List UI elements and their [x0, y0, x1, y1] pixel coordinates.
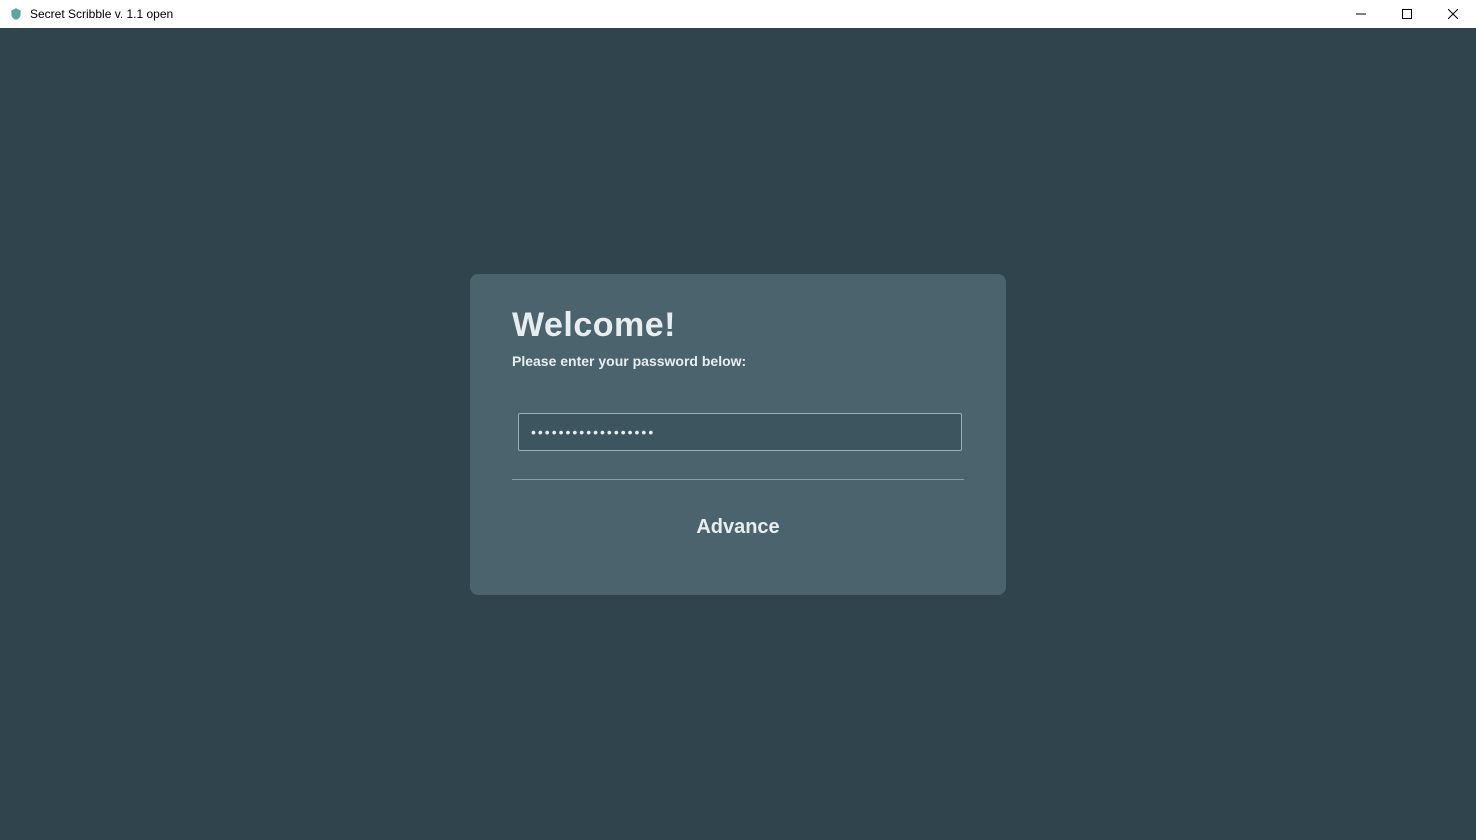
main-area: Welcome! Please enter your password belo… [0, 28, 1476, 840]
password-prompt: Please enter your password below: [512, 353, 964, 369]
close-button[interactable] [1430, 0, 1476, 28]
app-title: Secret Scribble v. 1.1 open [30, 7, 173, 21]
minimize-button[interactable] [1338, 0, 1384, 28]
divider [512, 479, 964, 480]
titlebar: Secret Scribble v. 1.1 open [0, 0, 1476, 28]
shield-icon [8, 6, 24, 22]
close-icon [1448, 9, 1458, 19]
titlebar-left: Secret Scribble v. 1.1 open [8, 6, 173, 22]
login-panel: Welcome! Please enter your password belo… [470, 274, 1006, 595]
advance-button[interactable]: Advance [512, 508, 964, 547]
password-input[interactable] [518, 413, 962, 451]
maximize-icon [1402, 9, 1412, 19]
maximize-button[interactable] [1384, 0, 1430, 28]
minimize-icon [1356, 9, 1366, 19]
welcome-title: Welcome! [512, 306, 964, 345]
window-controls [1338, 0, 1476, 28]
